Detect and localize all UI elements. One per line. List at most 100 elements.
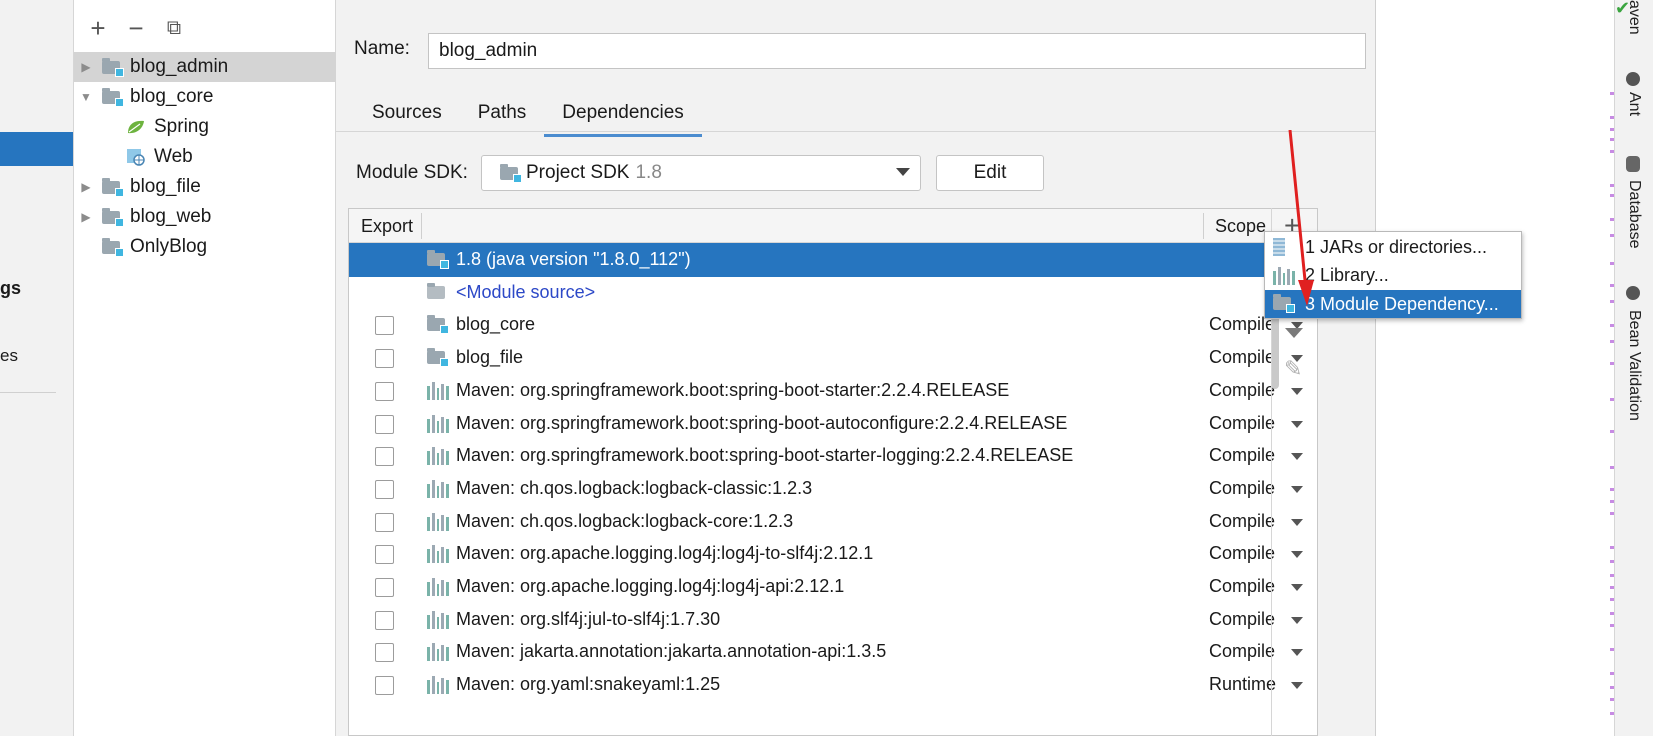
table-row[interactable]: Maven: org.slf4j:jul-to-slf4j:1.7.30 Comp… — [349, 603, 1317, 637]
move-down-icon[interactable] — [1285, 328, 1303, 338]
scope-dropdown[interactable]: Compile — [1209, 347, 1275, 368]
expand-arrow-icon[interactable]: ▶ — [80, 180, 92, 194]
scope-dropdown[interactable]: Compile — [1209, 511, 1275, 532]
web-icon — [126, 148, 146, 166]
copy-icon[interactable]: ⧉ — [164, 18, 184, 38]
scope-dropdown[interactable]: Runtime — [1209, 674, 1276, 695]
dependency-name: Maven: org.yaml:snakeyaml:1.25 — [456, 674, 721, 695]
settings-sidebar-selected-item[interactable] — [0, 132, 73, 166]
table-row[interactable]: 1.8 (java version "1.8.0_112") — [349, 243, 1316, 277]
dependency-name: 1.8 (java version "1.8.0_112") — [456, 249, 691, 269]
export-checkbox[interactable] — [375, 643, 394, 663]
edit-sdk-button[interactable]: Edit — [936, 155, 1044, 191]
expand-arrow-icon[interactable]: ▶ — [80, 60, 92, 74]
column-header-scope[interactable]: Scope — [1215, 216, 1266, 237]
table-row[interactable]: blog_file Compile — [349, 341, 1317, 375]
scope-dropdown[interactable]: Compile — [1209, 413, 1275, 434]
module-folder-icon — [102, 178, 124, 197]
dependency-name: Maven: org.springframework.boot:spring-b… — [456, 379, 1010, 400]
database-icon — [1626, 156, 1640, 172]
menu-item-label: 1 JARs or directories... — [1305, 236, 1488, 257]
table-row[interactable]: Maven: org.springframework.boot:spring-b… — [349, 374, 1317, 408]
settings-sidebar-partial-label[interactable]: gs — [0, 278, 21, 299]
scope-dropdown[interactable]: Compile — [1209, 478, 1275, 499]
annotation-arrow — [1288, 130, 1314, 306]
dependency-name: blog_core — [456, 314, 536, 335]
remove-icon[interactable]: − — [126, 15, 146, 41]
dependency-name: Maven: org.apache.logging.log4j:log4j-to… — [456, 543, 874, 564]
module-source-icon — [427, 282, 449, 302]
export-checkbox[interactable] — [375, 414, 394, 434]
settings-sidebar-partial-label[interactable]: es — [0, 346, 18, 366]
module-sdk-dropdown[interactable]: Project SDK 1.8 — [481, 155, 921, 191]
tool-window-ant[interactable]: Ant — [1625, 92, 1643, 116]
tree-item[interactable]: ▼ blog_core — [74, 82, 336, 112]
add-icon[interactable]: + — [88, 15, 108, 41]
table-row[interactable]: Maven: jakarta.annotation:jakarta.annota… — [349, 635, 1317, 669]
table-row[interactable]: Maven: ch.qos.logback:logback-core:1.2.3… — [349, 505, 1317, 539]
scope-dropdown[interactable]: Compile — [1209, 543, 1275, 564]
module-folder-icon — [427, 315, 449, 335]
expand-arrow-icon[interactable]: ▶ — [80, 210, 92, 224]
spring-leaf-icon — [126, 118, 146, 136]
module-folder-icon — [427, 348, 449, 368]
tree-item[interactable]: Spring — [74, 112, 336, 142]
tree-item[interactable]: ▶ blog_admin — [74, 52, 336, 82]
table-row[interactable]: Maven: org.yaml:snakeyaml:1.25 Runtime — [349, 668, 1317, 702]
table-row[interactable]: <Module source> — [349, 276, 1317, 310]
tool-window-bean-validation[interactable]: Bean Validation — [1625, 310, 1643, 421]
export-checkbox[interactable] — [375, 316, 394, 336]
tree-item[interactable]: OnlyBlog — [74, 232, 336, 262]
table-row[interactable]: Maven: ch.qos.logback:logback-classic:1.… — [349, 472, 1317, 506]
tree-item-label: blog_web — [130, 206, 212, 227]
tool-window-maven[interactable]: aven — [1625, 0, 1643, 35]
export-checkbox[interactable] — [375, 381, 394, 401]
library-icon — [427, 414, 449, 433]
tree-item[interactable]: ▶ blog_web — [74, 202, 336, 232]
export-checkbox[interactable] — [375, 479, 394, 499]
chevron-down-icon — [896, 168, 910, 176]
export-checkbox[interactable] — [375, 447, 394, 467]
export-checkbox[interactable] — [375, 676, 394, 696]
sdk-value: Project SDK — [526, 162, 630, 183]
library-icon — [427, 479, 449, 498]
table-row[interactable]: Maven: org.apache.logging.log4j:log4j-ap… — [349, 570, 1317, 604]
module-name-input[interactable]: blog_admin — [428, 33, 1366, 69]
export-checkbox[interactable] — [375, 349, 394, 369]
export-checkbox[interactable] — [375, 610, 394, 630]
dependency-name: Maven: org.slf4j:jul-to-slf4j:1.7.30 — [456, 608, 721, 629]
table-row[interactable]: Maven: org.springframework.boot:spring-b… — [349, 407, 1317, 441]
tool-window-database[interactable]: Database — [1625, 180, 1643, 249]
tree-item-label: Web — [154, 146, 193, 167]
scope-dropdown[interactable]: Compile — [1209, 380, 1275, 401]
scope-dropdown[interactable]: Compile — [1209, 609, 1275, 630]
tree-item-label: blog_admin — [130, 56, 229, 77]
dependency-name: Maven: jakarta.annotation:jakarta.annota… — [456, 641, 887, 662]
table-row[interactable]: Maven: org.springframework.boot:spring-b… — [349, 439, 1317, 473]
column-header-export[interactable]: Export — [361, 216, 413, 237]
scope-dropdown[interactable]: Compile — [1209, 641, 1275, 662]
module-tree-toolbar: + − ⧉ — [74, 0, 335, 56]
divider — [336, 131, 1376, 132]
table-row[interactable]: blog_core Compile — [349, 308, 1317, 342]
column-separator — [421, 213, 422, 239]
divider — [0, 392, 56, 393]
tree-item-label: blog_file — [130, 176, 201, 197]
edit-icon[interactable]: ✎ — [1284, 356, 1302, 382]
scope-dropdown[interactable]: Compile — [1209, 576, 1275, 597]
ant-icon — [1626, 72, 1640, 86]
tree-item[interactable]: ▶ blog_file — [74, 172, 336, 202]
tree-item[interactable]: Web — [74, 142, 336, 172]
library-icon — [427, 512, 449, 531]
tree-item-label: Spring — [154, 116, 209, 137]
table-row[interactable]: Maven: org.apache.logging.log4j:log4j-to… — [349, 537, 1317, 571]
collapse-arrow-icon[interactable]: ▼ — [80, 90, 92, 104]
scope-dropdown[interactable]: Compile — [1209, 445, 1275, 466]
export-checkbox[interactable] — [375, 512, 394, 532]
dependency-name: blog_file — [456, 347, 524, 368]
module-settings-pane: Name: blog_admin Sources Paths Dependencie… — [336, 0, 1376, 736]
bean-validation-icon — [1626, 286, 1640, 300]
export-checkbox[interactable] — [375, 578, 394, 597]
export-checkbox[interactable] — [375, 545, 394, 565]
menu-item-label: 3 Module Dependency... — [1305, 293, 1499, 314]
